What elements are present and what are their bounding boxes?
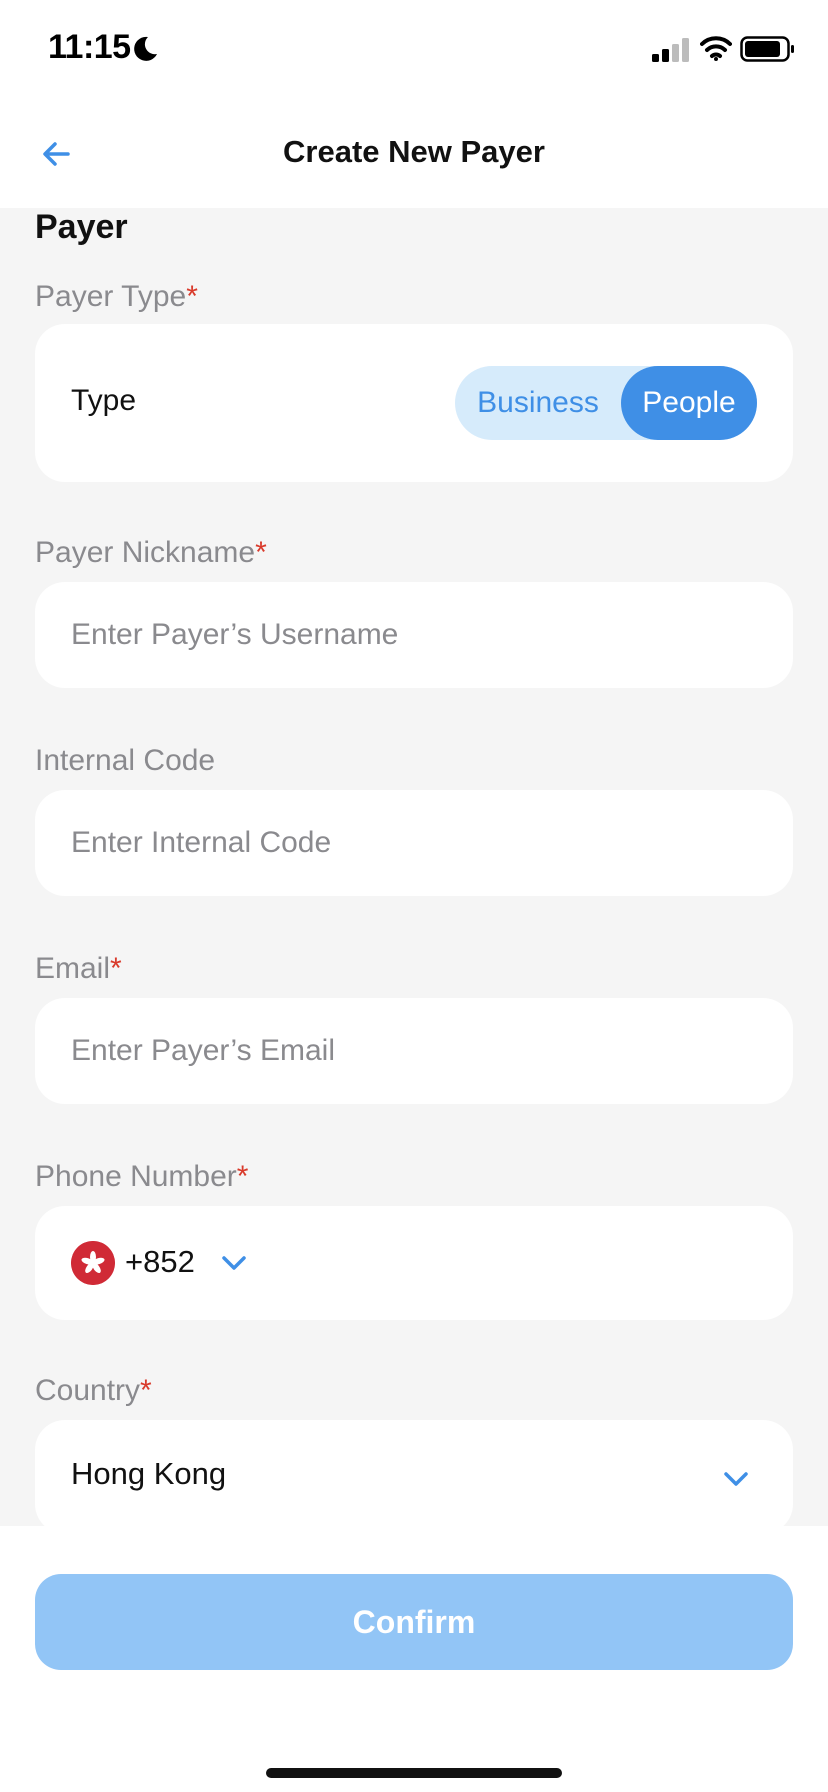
form-content[interactable]: Payer Payer Type* Type Business People P… bbox=[0, 208, 828, 1526]
payer-type-label-text: Payer Type bbox=[35, 280, 187, 313]
segment-business[interactable]: Business bbox=[455, 366, 621, 440]
hong-kong-flag-icon bbox=[71, 1241, 115, 1285]
required-mark: * bbox=[236, 1160, 249, 1193]
moon-icon bbox=[134, 36, 157, 61]
internal-code-label-text: Internal Code bbox=[35, 744, 216, 777]
type-row-label: Type bbox=[71, 384, 137, 417]
country-label: Country* bbox=[35, 1374, 152, 1408]
payer-type-label: Payer Type* bbox=[35, 280, 198, 314]
country-label-text: Country bbox=[35, 1374, 141, 1407]
chevron-down-icon[interactable] bbox=[219, 1250, 249, 1276]
segment-people[interactable]: People bbox=[621, 366, 757, 440]
phone-field[interactable]: +852 bbox=[35, 1206, 793, 1320]
internal-code-label: Internal Code bbox=[35, 744, 215, 778]
country-select[interactable]: Hong Kong bbox=[35, 1420, 793, 1526]
payer-type-toggle[interactable]: Business People bbox=[455, 366, 757, 440]
required-mark: * bbox=[140, 1374, 152, 1407]
dial-code[interactable]: +852 bbox=[125, 1244, 195, 1280]
internal-code-input[interactable]: Enter Internal Code bbox=[35, 790, 793, 896]
nickname-placeholder: Enter Payer’s Username bbox=[71, 618, 399, 651]
nickname-input[interactable]: Enter Payer’s Username bbox=[35, 582, 793, 688]
internal-code-placeholder: Enter Internal Code bbox=[71, 826, 332, 859]
status-time: 11:15 bbox=[48, 28, 131, 66]
footer: Confirm bbox=[0, 1526, 828, 1792]
email-placeholder: Enter Payer’s Email bbox=[71, 1034, 335, 1067]
phone-label-text: Phone Number bbox=[35, 1160, 237, 1193]
required-mark: * bbox=[186, 280, 198, 313]
section-title: Payer bbox=[35, 208, 128, 246]
email-label: Email* bbox=[35, 952, 122, 986]
confirm-button[interactable]: Confirm bbox=[35, 1574, 793, 1670]
payer-type-card: Type Business People bbox=[35, 324, 793, 482]
nav-bar: Create New Payer bbox=[0, 100, 828, 208]
signal-icon bbox=[652, 38, 689, 62]
page-title: Create New Payer bbox=[283, 134, 545, 169]
status-bar: 11:15 bbox=[0, 0, 828, 100]
chevron-down-icon[interactable] bbox=[721, 1466, 751, 1492]
nickname-label-text: Payer Nickname bbox=[35, 536, 256, 569]
required-mark: * bbox=[110, 952, 122, 985]
battery-icon bbox=[740, 36, 794, 62]
phone-label: Phone Number* bbox=[35, 1160, 248, 1194]
home-indicator[interactable] bbox=[266, 1768, 562, 1778]
email-field[interactable]: Enter Payer’s Email bbox=[35, 998, 793, 1104]
nickname-label: Payer Nickname* bbox=[35, 536, 267, 570]
wifi-icon bbox=[700, 36, 732, 61]
country-value: Hong Kong bbox=[71, 1456, 227, 1491]
email-label-text: Email bbox=[35, 952, 111, 985]
required-mark: * bbox=[255, 536, 267, 569]
